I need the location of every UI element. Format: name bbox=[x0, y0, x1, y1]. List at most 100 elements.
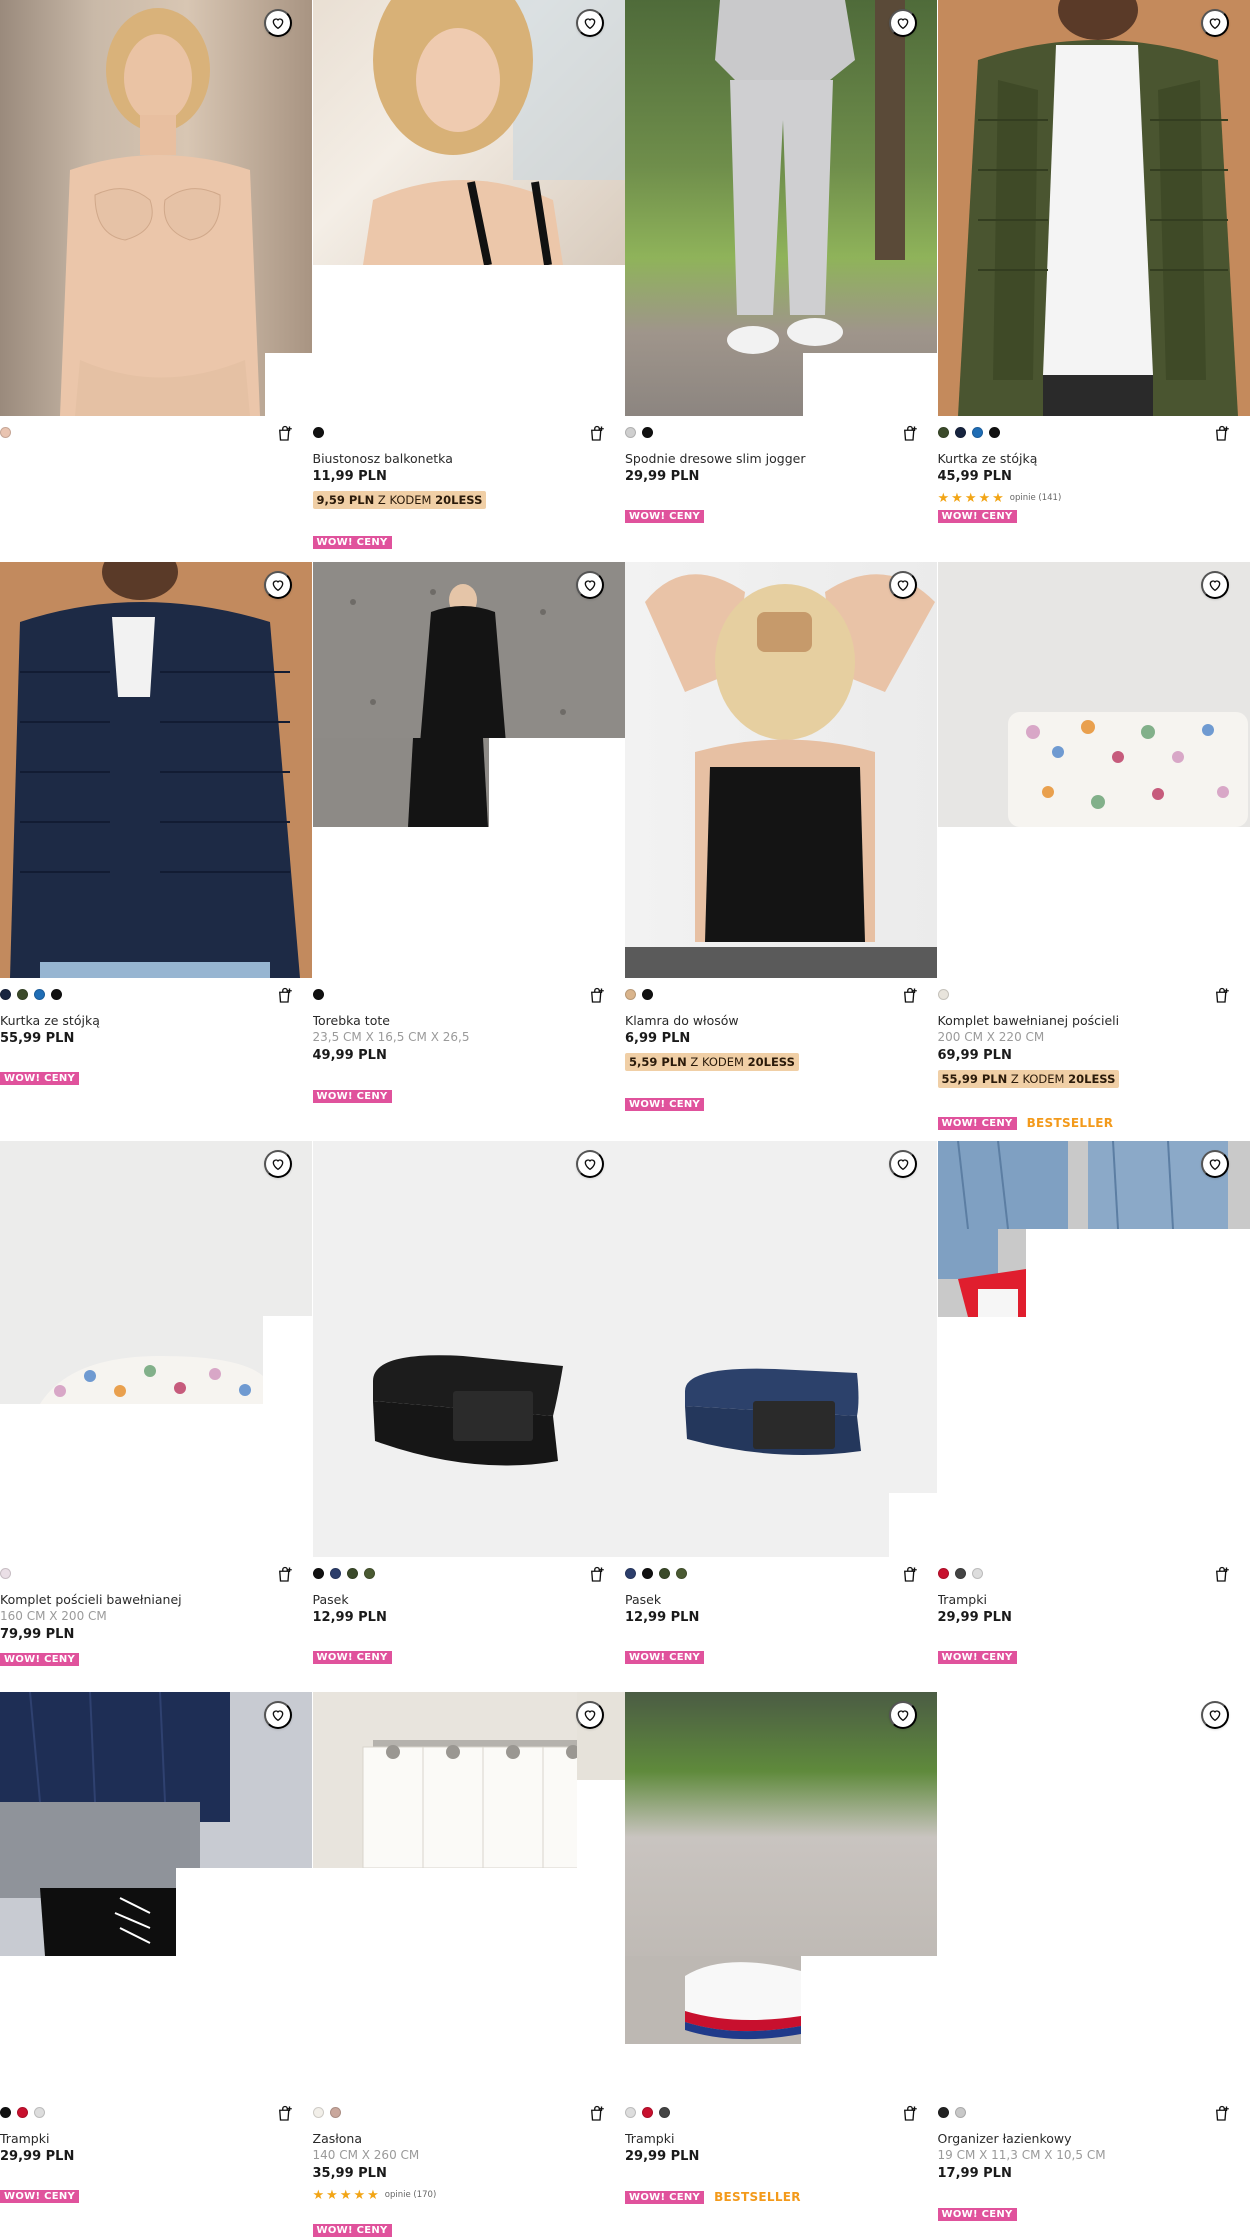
color-swatch[interactable] bbox=[625, 988, 636, 1000]
product-name[interactable]: Spodnie dresowe slim jogger bbox=[625, 450, 938, 467]
product-name[interactable]: Pasek bbox=[313, 1591, 626, 1608]
add-to-wishlist-button[interactable] bbox=[888, 1701, 917, 1729]
color-swatch[interactable] bbox=[625, 1567, 636, 1579]
color-swatch[interactable] bbox=[937, 1567, 949, 1579]
color-swatch[interactable] bbox=[988, 426, 1000, 438]
color-swatch[interactable] bbox=[937, 988, 949, 1000]
add-to-cart-button[interactable] bbox=[587, 424, 607, 444]
product-card[interactable]: Klamra do włosów 6,99 PLN 5,59 PLN Z KOD… bbox=[625, 562, 938, 1141]
product-name[interactable]: Komplet pościeli bawełnianej bbox=[0, 1591, 313, 1608]
product-card[interactable]: Biustonosz balkonetka 11,99 PLN 9,59 PLN… bbox=[312, 0, 626, 562]
product-image[interactable] bbox=[312, 562, 626, 978]
product-card[interactable]: Pasek 12,99 PLN WOW! CENY bbox=[625, 1141, 938, 1692]
add-to-cart-button[interactable] bbox=[900, 986, 920, 1006]
add-to-wishlist-button[interactable] bbox=[888, 571, 917, 599]
color-swatch[interactable] bbox=[659, 2106, 670, 2118]
color-swatch[interactable] bbox=[971, 426, 983, 438]
product-name[interactable]: Trampki bbox=[625, 2130, 938, 2147]
color-swatch[interactable] bbox=[312, 2106, 324, 2118]
product-image[interactable] bbox=[625, 1692, 938, 2108]
color-swatch[interactable] bbox=[17, 2106, 28, 2118]
add-to-wishlist-button[interactable] bbox=[888, 9, 917, 37]
add-to-wishlist-button[interactable] bbox=[888, 1150, 917, 1178]
product-name[interactable]: Biustonosz balkonetka bbox=[313, 450, 626, 467]
product-card[interactable]: Spodnie dresowe slim jogger 29,99 PLN WO… bbox=[625, 0, 938, 562]
color-swatch[interactable] bbox=[642, 426, 653, 438]
add-to-cart-button[interactable] bbox=[1212, 2104, 1232, 2124]
color-swatch[interactable] bbox=[625, 2106, 636, 2118]
product-image[interactable] bbox=[0, 1141, 313, 1557]
add-to-wishlist-button[interactable] bbox=[263, 1701, 292, 1729]
color-swatch[interactable] bbox=[0, 988, 11, 1000]
product-card[interactable]: Kurtka ze stójką 55,99 PLN WOW! CENY bbox=[0, 562, 313, 1141]
color-swatch[interactable] bbox=[51, 988, 62, 1000]
add-to-wishlist-button[interactable] bbox=[1201, 1701, 1229, 1729]
product-card[interactable]: Pasek 12,99 PLN WOW! CENY bbox=[312, 1141, 626, 1692]
product-card[interactable]: Trampki 29,99 PLN WOW! CENY BESTSELLER bbox=[625, 1692, 938, 2239]
color-swatch[interactable] bbox=[0, 426, 11, 438]
product-card[interactable] bbox=[0, 0, 313, 562]
product-image[interactable] bbox=[938, 1692, 1250, 2108]
color-swatch[interactable] bbox=[954, 426, 966, 438]
add-to-cart-button[interactable] bbox=[587, 2104, 607, 2124]
product-name[interactable]: Organizer łazienkowy bbox=[938, 2130, 1250, 2147]
add-to-cart-button[interactable] bbox=[900, 1565, 920, 1585]
product-card[interactable]: Zasłona 140 CM X 260 CM 35,99 PLN ★ ★ ★ ★ ★ … bbox=[312, 1692, 626, 2239]
add-to-cart-button[interactable] bbox=[275, 1565, 295, 1585]
add-to-cart-button[interactable] bbox=[900, 2104, 920, 2124]
product-card[interactable]: Trampki 29,99 PLN WOW! CENY bbox=[0, 1692, 313, 2239]
product-name[interactable]: Komplet bawełnianej pościeli bbox=[938, 1012, 1250, 1029]
color-swatch[interactable] bbox=[954, 1567, 966, 1579]
color-swatch[interactable] bbox=[0, 1567, 11, 1579]
product-name[interactable]: Torebka tote bbox=[313, 1012, 626, 1029]
color-swatch[interactable] bbox=[0, 2106, 11, 2118]
product-card[interactable]: Torebka tote 23,5 CM X 16,5 CM X 26,5 49… bbox=[312, 562, 626, 1141]
product-image[interactable] bbox=[312, 1692, 626, 2108]
product-image[interactable] bbox=[0, 1692, 313, 2108]
product-name[interactable]: Trampki bbox=[938, 1591, 1250, 1608]
product-image[interactable] bbox=[937, 562, 1250, 978]
product-card[interactable]: Trampki 29,99 PLN WOW! CENY bbox=[937, 1141, 1250, 1692]
color-swatch[interactable] bbox=[312, 1567, 324, 1579]
product-card[interactable]: Komplet pościeli bawełnianej 160 CM X 20… bbox=[0, 1141, 313, 1692]
add-to-wishlist-button[interactable] bbox=[263, 1150, 292, 1178]
add-to-wishlist-button[interactable] bbox=[1201, 571, 1229, 599]
color-swatch[interactable] bbox=[659, 1567, 670, 1579]
color-swatch[interactable] bbox=[312, 988, 324, 1000]
add-to-cart-button[interactable] bbox=[275, 2104, 295, 2124]
color-swatch[interactable] bbox=[642, 988, 653, 1000]
product-card[interactable]: Organizer łazienkowy 19 CM X 11,3 CM X 1… bbox=[937, 1692, 1250, 2239]
product-image[interactable] bbox=[625, 562, 938, 978]
product-card[interactable]: Komplet bawełnianej pościeli 200 CM X 22… bbox=[937, 562, 1250, 1141]
product-image[interactable] bbox=[0, 0, 313, 416]
add-to-wishlist-button[interactable] bbox=[263, 9, 292, 37]
add-to-cart-button[interactable] bbox=[1212, 1565, 1232, 1585]
add-to-cart-button[interactable] bbox=[587, 986, 607, 1006]
color-swatch[interactable] bbox=[954, 2106, 966, 2118]
color-swatch[interactable] bbox=[676, 1567, 687, 1579]
color-swatch[interactable] bbox=[329, 2106, 341, 2118]
color-swatch[interactable] bbox=[17, 988, 28, 1000]
product-image[interactable] bbox=[937, 1141, 1250, 1557]
add-to-wishlist-button[interactable] bbox=[576, 571, 604, 599]
add-to-cart-button[interactable] bbox=[900, 424, 920, 444]
add-to-cart-button[interactable] bbox=[275, 986, 295, 1006]
product-rating[interactable]: ★ ★ ★ ★ ★ opinie (141) bbox=[938, 491, 1250, 505]
color-swatch[interactable] bbox=[937, 426, 949, 438]
add-to-wishlist-button[interactable] bbox=[1201, 9, 1229, 37]
product-name[interactable]: Klamra do włosów bbox=[625, 1012, 938, 1029]
product-name[interactable]: Kurtka ze stójką bbox=[0, 1012, 313, 1029]
color-swatch[interactable] bbox=[363, 1567, 375, 1579]
add-to-cart-button[interactable] bbox=[1212, 424, 1232, 444]
add-to-wishlist-button[interactable] bbox=[576, 1150, 604, 1178]
product-image[interactable] bbox=[312, 1141, 626, 1557]
add-to-cart-button[interactable] bbox=[587, 1565, 607, 1585]
add-to-wishlist-button[interactable] bbox=[263, 571, 292, 599]
product-name[interactable]: Trampki bbox=[0, 2130, 313, 2147]
product-image[interactable] bbox=[0, 562, 313, 978]
product-name[interactable]: Pasek bbox=[625, 1591, 938, 1608]
color-swatch[interactable] bbox=[625, 426, 636, 438]
color-swatch[interactable] bbox=[329, 1567, 341, 1579]
add-to-wishlist-button[interactable] bbox=[576, 1701, 604, 1729]
add-to-cart-button[interactable] bbox=[275, 424, 295, 444]
